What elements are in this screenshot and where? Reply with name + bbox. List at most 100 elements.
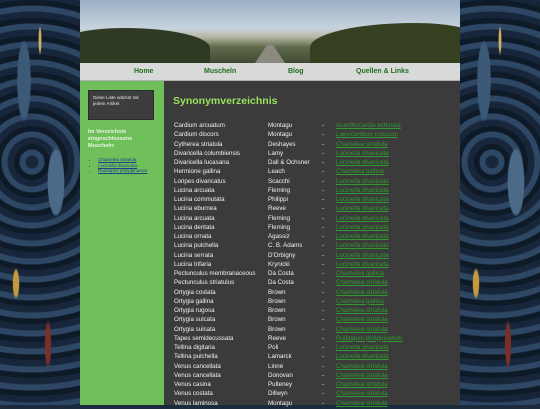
sidebar-heading: Im Verzeichnis eingeschlossene Muscheln: [88,129,133,149]
synonym-author: Philippi [268,196,288,203]
row-separator: - [322,233,325,240]
synonym-author: Agassiz [268,233,290,240]
accepted-species-link[interactable]: Chamelea gallina [336,168,384,175]
nav-quellen-links-link[interactable]: Quellen & Links [356,68,409,75]
accepted-species-link[interactable]: Lucinella divaricata [336,150,389,157]
synonym-name: Hermione gallina [174,168,221,176]
accepted-species-link[interactable]: Lucinella divaricata [336,353,389,360]
banner-road [255,45,285,63]
accepted-species-link[interactable]: Chamelea striatula [336,289,388,296]
accepted-species-link[interactable]: Lucinella divaricata [336,196,389,203]
table-row: Tellina digitaria Poli - Lucinella divarica… [174,344,460,353]
accepted-species-link[interactable]: Chamelea striatula [336,326,388,333]
synonym-name: Cardium arcuatum [174,122,225,129]
accepted-species-link[interactable]: Lucinella divaricata [336,187,389,194]
synonym-name: Lucina arcuata [174,214,215,222]
accepted-species-link[interactable]: Lucinella divaricata [336,159,389,166]
synonym-name: Ortygia sulcata [174,316,216,324]
nav-muscheln-link[interactable]: Muscheln [204,68,236,75]
sidebar-link-list: Chamelea striatula Lucinella divaricata … [92,157,162,174]
accepted-species-link[interactable]: Chamelea striatula [336,390,388,397]
synonym-name: Tellina digitaria [174,344,215,351]
accepted-species-link[interactable]: Laevicardium crassum [336,131,398,138]
synonym-author: Reeve [268,334,286,342]
synonym-author: Krynicki [268,260,290,268]
table-row: Cytherea striatula Deshayes - Chamelea stri… [174,141,460,150]
row-separator: - [322,140,325,148]
synonym-author: Linné [268,362,284,370]
synonym-author: Lamarck [268,353,292,361]
table-row: Venus laminosa Montagu - Chamelea striatula [174,400,460,409]
synonym-author: Fleming [268,186,291,194]
accepted-species-link[interactable]: Lucinella divaricata [336,261,389,268]
synonym-name: Venus laminosa [174,399,218,407]
accepted-species-link[interactable]: Chamelea striatula [336,141,388,148]
synonym-name: Venus costata [174,390,213,398]
nav-home-link[interactable]: Home [134,68,153,75]
table-row: Pectunculus membranaceous Da Costa - Chamel… [174,270,460,279]
accepted-species-link[interactable]: Lucinella divaricata [336,205,389,212]
accepted-species-link[interactable]: Lucinella divaricata [336,224,389,231]
synonym-name: Lucina eburnea [174,205,217,213]
accepted-species-link[interactable]: Lucinella divaricata [336,242,389,249]
row-separator: - [322,399,325,407]
synonym-name: Lucina dentata [174,223,215,231]
synonym-author: Leach [268,168,285,176]
synonym-author: Donovan [268,371,293,379]
accepted-species-link[interactable]: Ruditapes philippinarum [336,335,402,342]
table-row: Lucina eburnea Reeve - Lucinella divaricata [174,205,460,214]
accepted-species-link[interactable]: Lucinella divaricata [336,233,389,240]
accepted-species-link[interactable]: Chamelea striatula [336,363,388,370]
table-row: Lucina arcuata Fleming - Lucinella divarica… [174,215,460,224]
table-row: Lucina arcuata Fleming - Lucinella divarica… [174,187,460,196]
accepted-species-link[interactable]: Lucinella divaricata [336,178,389,185]
row-separator: - [322,344,325,351]
marbled-background-left [0,0,80,405]
synonym-name: Tapes semidecussata [174,334,234,342]
accepted-species-link[interactable]: Acanthocardia echinata [336,122,401,129]
synonym-author: Brown [268,297,286,305]
row-separator: - [322,168,325,176]
accepted-species-link[interactable]: Lucinella divaricata [336,252,389,259]
row-separator: - [322,362,325,370]
main-content: Synonymverzeichnis Cardium arcuatum Monta… [164,81,460,407]
accepted-species-link[interactable]: Chamelea striatula [336,381,388,388]
accepted-species-link[interactable]: Chamelea striatula [336,279,388,286]
synonym-name: Divaricella columbiensis [174,149,241,157]
nav-blog-link[interactable]: Blog [288,68,304,75]
synonym-author: Dillwyn [268,390,288,398]
table-row: Venus costata Dillwyn - Chamelea striatula [174,390,460,399]
accepted-species-link[interactable]: Chamelea striatula [336,307,388,314]
table-row: Ortygia gallina Brown - Chamelea gallina [174,298,460,307]
table-row: Cardium discors Montagu - Laevicardium cras… [174,131,460,140]
accepted-species-link[interactable]: Chamelea striatula [336,316,388,323]
accepted-species-link[interactable]: Lucinella divaricata [336,215,389,222]
synonym-name: Tellina pulchella [174,353,218,361]
accepted-species-link[interactable]: Chamelea gallina [336,298,384,305]
row-separator: - [322,270,325,277]
accepted-species-link[interactable]: Chamelea striatula [336,400,388,407]
sidebar-link-ruditapes-philippinarum[interactable]: Ruditapes philippinarum [98,168,162,174]
accepted-species-link[interactable]: Lucinella divaricata [336,344,389,351]
row-separator: - [322,186,325,194]
row-separator: - [322,381,325,388]
row-separator: - [322,353,325,361]
synonym-name: Venus cancellata [174,371,221,379]
accepted-species-link[interactable]: Chamelea striatula [336,372,388,379]
row-separator: - [322,279,325,287]
row-separator: - [322,371,325,379]
synonym-name: Ortygia rugosa [174,307,215,314]
table-row: Ortygia rugosa Brown - Chamelea striatula [174,307,460,316]
accepted-species-link[interactable]: Chamelea gallina [336,270,384,277]
synonym-name: Ortygia sulcata [174,325,216,333]
synonym-name: Lucina ornata [174,233,212,240]
row-separator: - [322,325,325,333]
sidebar-notice-box: Diese Liste wächst mit jedem Artikel. [88,90,154,120]
table-row: Venus cancellata Donovan - Chamelea striatu… [174,372,460,381]
synonym-name: Loripes divaricatus [174,177,226,185]
synonym-author: Pulteney [268,381,293,388]
table-row: Lucina dentata Fleming - Lucinella divarica… [174,224,460,233]
table-row: Tapes semidecussata Reeve - Ruditapes phili… [174,335,460,344]
synonym-author: Dall & Ochsner [268,159,310,166]
synonym-author: Brown [268,325,286,333]
